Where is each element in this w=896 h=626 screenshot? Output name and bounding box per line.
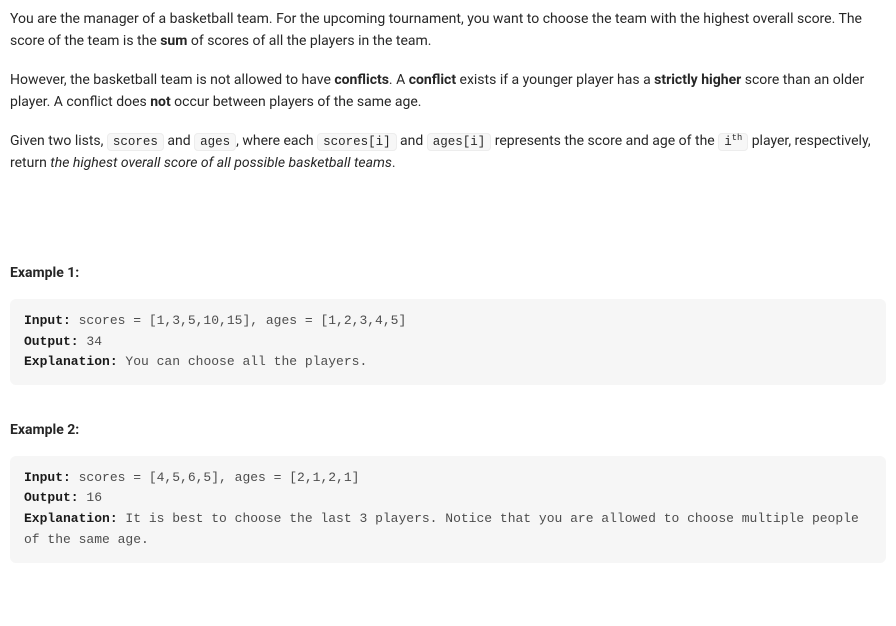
inline-code-ages-i: ages[i]: [427, 133, 492, 151]
example-1-heading: Example 1:: [10, 262, 886, 284]
bold-strictly-higher: strictly higher: [654, 72, 741, 88]
text: of scores of all the players in the team…: [187, 33, 431, 49]
problem-paragraph-1: You are the manager of a basketball team…: [10, 8, 886, 53]
text: You are the manager of a basketball team…: [10, 11, 862, 49]
output-text: 16: [79, 490, 102, 505]
example-2-heading: Example 2:: [10, 419, 886, 441]
text: .: [392, 155, 396, 171]
inline-code-ith: ith: [718, 133, 748, 151]
problem-paragraph-3: Given two lists, scores and ages, where …: [10, 130, 886, 175]
text: occur between players of the same age.: [171, 94, 422, 110]
text: represents the score and age of the: [491, 133, 718, 149]
spacer: [10, 190, 886, 228]
text: , where each: [236, 133, 317, 149]
text: and: [397, 133, 427, 149]
text: Given two lists,: [10, 133, 107, 149]
input-label: Input:: [24, 470, 71, 485]
problem-paragraph-2: However, the basketball team is not allo…: [10, 69, 886, 114]
inline-code-scores-i: scores[i]: [317, 133, 397, 151]
bold-sum: sum: [160, 33, 187, 49]
input-label: Input:: [24, 313, 71, 328]
italic-return: the highest overall score of all possibl…: [50, 155, 392, 171]
output-label: Output:: [24, 334, 79, 349]
inline-code-scores: scores: [107, 133, 164, 151]
text: However, the basketball team is not allo…: [10, 72, 334, 88]
input-text: scores = [1,3,5,10,15], ages = [1,2,3,4,…: [71, 313, 406, 328]
output-text: 34: [79, 334, 102, 349]
text: . A: [389, 72, 409, 88]
inline-code-ages: ages: [194, 133, 236, 151]
example-2-block: Input: scores = [4,5,6,5], ages = [2,1,2…: [10, 456, 886, 563]
bold-conflict: conflict: [409, 72, 456, 88]
explanation-text: You can choose all the players.: [118, 354, 368, 369]
bold-conflicts: conflicts: [334, 72, 389, 88]
output-label: Output:: [24, 490, 79, 505]
text: and: [164, 133, 194, 149]
explanation-label: Explanation:: [24, 354, 118, 369]
bold-not: not: [150, 94, 171, 110]
text: exists if a younger player has a: [456, 72, 654, 88]
explanation-text: It is best to choose the last 3 players.…: [24, 511, 867, 547]
explanation-label: Explanation:: [24, 511, 118, 526]
example-1-block: Input: scores = [1,3,5,10,15], ages = [1…: [10, 299, 886, 385]
input-text: scores = [4,5,6,5], ages = [2,1,2,1]: [71, 470, 360, 485]
